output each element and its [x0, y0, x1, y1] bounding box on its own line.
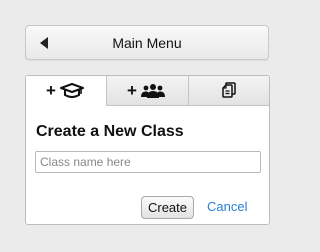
form-title: Create a New Class [36, 123, 184, 140]
tab-bar: + + [26, 76, 269, 106]
graduation-cap-icon [60, 83, 85, 98]
group-icon [141, 83, 166, 98]
tab-add-class[interactable]: + [26, 76, 107, 106]
create-class-panel: + + Create a New Class Class name here C… [25, 75, 270, 225]
plus-icon: + [127, 82, 137, 100]
copy-icon [222, 81, 236, 98]
tab-copy[interactable] [187, 76, 269, 105]
class-name-input[interactable] [35, 151, 261, 173]
tab-add-group[interactable]: + [106, 76, 188, 105]
plus-icon: + [46, 82, 56, 100]
main-menu-label: Main Menu [112, 35, 182, 51]
main-menu-button[interactable]: Main Menu [25, 25, 269, 60]
create-button[interactable]: Create [141, 196, 194, 219]
cancel-link[interactable]: Cancel [207, 199, 247, 214]
